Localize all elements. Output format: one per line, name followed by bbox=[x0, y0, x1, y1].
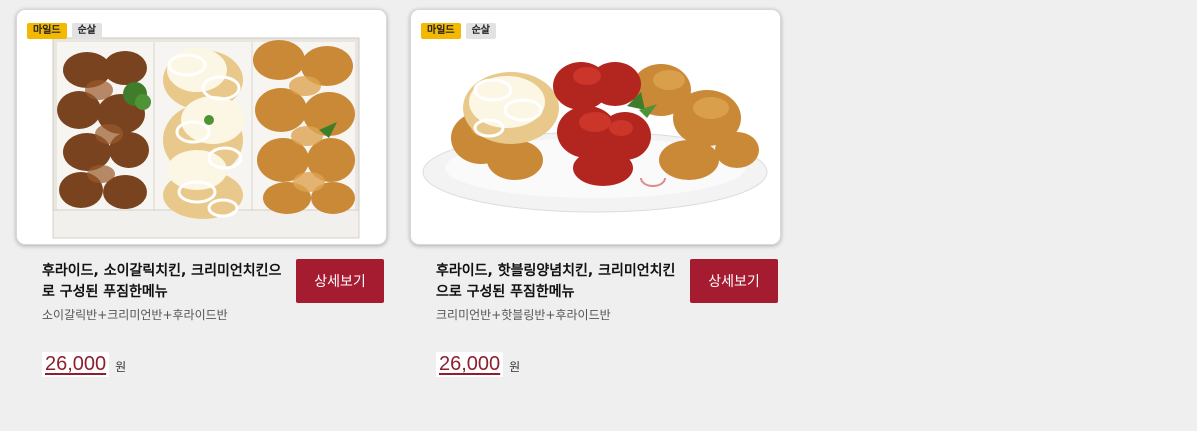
product-card[interactable]: 마일드 순살 bbox=[16, 9, 387, 399]
product-title: 후라이드, 핫블링양념치킨, 크리미언치킨으로 구성된 푸짐한메뉴 bbox=[436, 263, 676, 300]
detail-button[interactable]: 상세보기 bbox=[296, 259, 384, 303]
product-image[interactable]: 마일드 순살 bbox=[16, 9, 387, 245]
boneless-tag: 순살 bbox=[71, 23, 103, 39]
price-row: 26,000 원 bbox=[42, 352, 126, 377]
product-price: 26,000 bbox=[42, 352, 110, 377]
chicken-box-image bbox=[52, 37, 360, 239]
product-title: 후라이드, 소이갈릭치킨, 크리미언치킨으로 구성된 푸짐한메뉴 bbox=[42, 263, 282, 300]
mild-tag: 마일드 bbox=[27, 23, 67, 39]
mild-tag: 마일드 bbox=[421, 23, 461, 39]
chicken-plate-image bbox=[422, 62, 768, 213]
price-row: 26,000 원 bbox=[436, 352, 520, 377]
currency-label: 원 bbox=[115, 360, 127, 374]
product-price: 26,000 bbox=[436, 352, 504, 377]
tag-list: 마일드 순살 bbox=[27, 23, 103, 39]
currency-label: 원 bbox=[509, 360, 521, 374]
product-image[interactable]: 마일드 순살 bbox=[410, 9, 781, 245]
tag-list: 마일드 순살 bbox=[421, 23, 497, 39]
product-subtitle: 크리미언반+핫블링반+후라이드반 bbox=[436, 308, 611, 322]
detail-button[interactable]: 상세보기 bbox=[690, 259, 778, 303]
product-subtitle: 소이갈릭반+크리미언반+후라이드반 bbox=[42, 308, 228, 322]
product-card[interactable]: 마일드 순살 bbox=[410, 9, 781, 399]
boneless-tag: 순살 bbox=[465, 23, 497, 39]
